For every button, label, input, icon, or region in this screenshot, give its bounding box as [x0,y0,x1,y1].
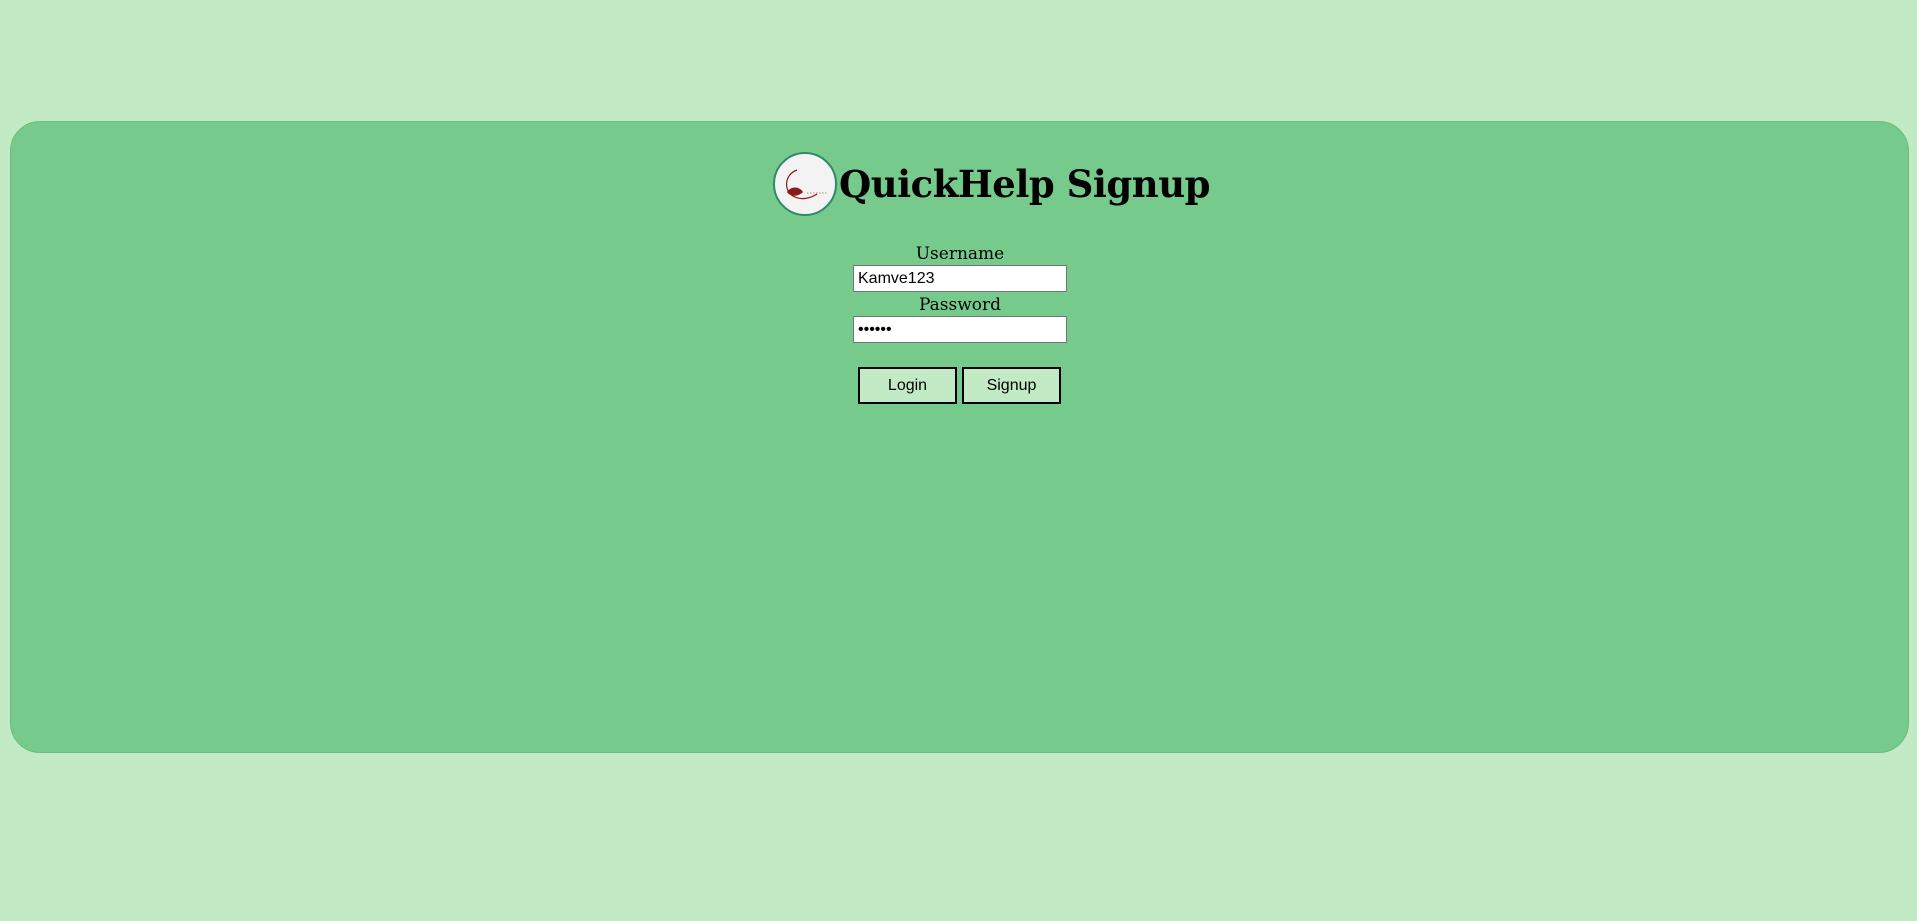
page-header: QuickHelp Signup [773,150,1210,218]
login-button[interactable]: Login [858,367,957,404]
password-input[interactable] [853,316,1067,343]
logo-swirl-icon [786,169,827,200]
signup-button[interactable]: Signup [962,367,1061,404]
username-label: Username [915,244,1005,264]
signup-form: Username Password [853,244,1067,346]
username-input[interactable] [853,265,1067,292]
password-label: Password [918,295,1002,315]
quickhelp-logo-icon [773,152,837,216]
form-actions: Login Signup [858,367,1061,404]
page-title: QuickHelp Signup [839,162,1210,206]
